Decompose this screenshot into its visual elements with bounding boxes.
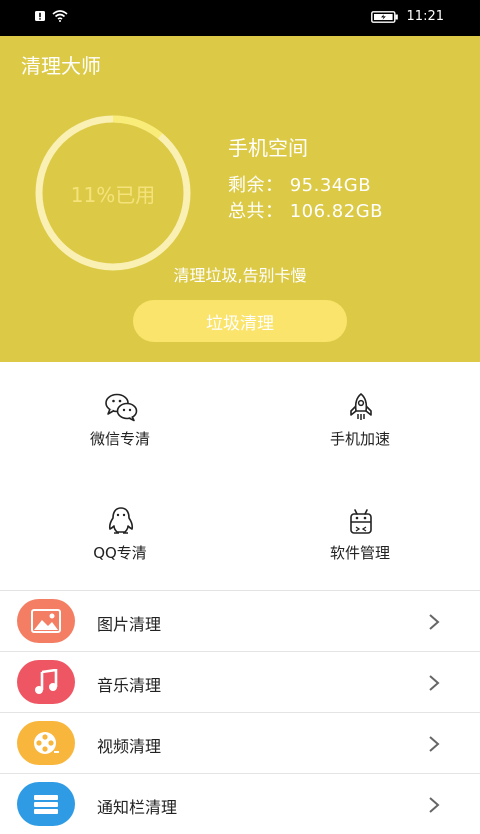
notification-icon bbox=[34, 795, 58, 814]
status-time: 11:21 bbox=[406, 9, 444, 24]
chevron-right-icon bbox=[429, 736, 440, 752]
grid-label-wechat: 微信专清 bbox=[89, 430, 150, 448]
slogan: 清理垃圾,告别卡慢 bbox=[173, 266, 307, 285]
chevron-right-icon bbox=[429, 797, 440, 813]
row-label-music: 音乐清理 bbox=[97, 676, 162, 695]
row-icon-bg bbox=[17, 660, 75, 704]
status-left bbox=[34, 10, 68, 22]
qq-penguin-icon bbox=[108, 507, 134, 534]
storage-hero: 清理大师 11%已用 手机空间 剩余： 95.34GB 总共： 106.82GB… bbox=[0, 36, 480, 362]
film-reel-icon bbox=[34, 732, 59, 754]
storage-total: 总共： 106.82GB bbox=[228, 201, 384, 222]
storage-info: 手机空间 剩余： 95.34GB 总共： 106.82GB bbox=[228, 132, 383, 225]
row-label-video: 视频清理 bbox=[97, 737, 162, 756]
grid-item-wechat[interactable]: 微信专清 bbox=[0, 362, 240, 476]
grid-label-speedup: 手机加速 bbox=[329, 430, 390, 448]
status-right: 11:21 bbox=[370, 9, 444, 24]
wifi-icon bbox=[52, 10, 68, 22]
grid-item-speedup[interactable]: 手机加速 bbox=[240, 362, 480, 476]
battery-charging-icon bbox=[370, 10, 398, 23]
chevron-right-icon bbox=[429, 675, 440, 691]
storage-remaining: 剩余： 95.34GB bbox=[228, 175, 372, 196]
row-icon-bg bbox=[17, 721, 75, 765]
grid-label-qq: QQ专清 bbox=[93, 544, 147, 562]
status-bar: 11:21 bbox=[0, 0, 480, 36]
app-title: 清理大师 bbox=[21, 54, 101, 78]
list-item-notification[interactable]: 通知栏清理 bbox=[0, 773, 480, 834]
row-label-notification: 通知栏清理 bbox=[97, 798, 178, 817]
feature-grid: 微信专清 手机加速 QQ专清 软件管理 bbox=[0, 362, 480, 590]
list-item-music[interactable]: 音乐清理 bbox=[0, 651, 480, 712]
grid-item-qq[interactable]: QQ专清 bbox=[0, 476, 240, 590]
usage-label: 11%已用 bbox=[70, 182, 156, 207]
storage-title: 手机空间 bbox=[228, 136, 308, 160]
music-icon bbox=[35, 669, 58, 694]
grid-label-apps: 软件管理 bbox=[329, 544, 390, 562]
alert-icon bbox=[35, 11, 45, 21]
wechat-icon bbox=[105, 393, 138, 422]
row-label-images: 图片清理 bbox=[97, 615, 162, 634]
image-icon bbox=[31, 609, 61, 633]
grid-item-apps[interactable]: 软件管理 bbox=[240, 476, 480, 590]
android-icon bbox=[350, 509, 372, 534]
junk-clean-button[interactable]: 垃圾清理 bbox=[133, 300, 347, 342]
list-item-images[interactable]: 图片清理 bbox=[0, 590, 480, 651]
row-icon-bg bbox=[17, 782, 75, 826]
row-icon-bg bbox=[17, 599, 75, 643]
chevron-right-icon bbox=[429, 614, 440, 630]
rocket-icon bbox=[350, 392, 372, 420]
list-item-video[interactable]: 视频清理 bbox=[0, 712, 480, 773]
